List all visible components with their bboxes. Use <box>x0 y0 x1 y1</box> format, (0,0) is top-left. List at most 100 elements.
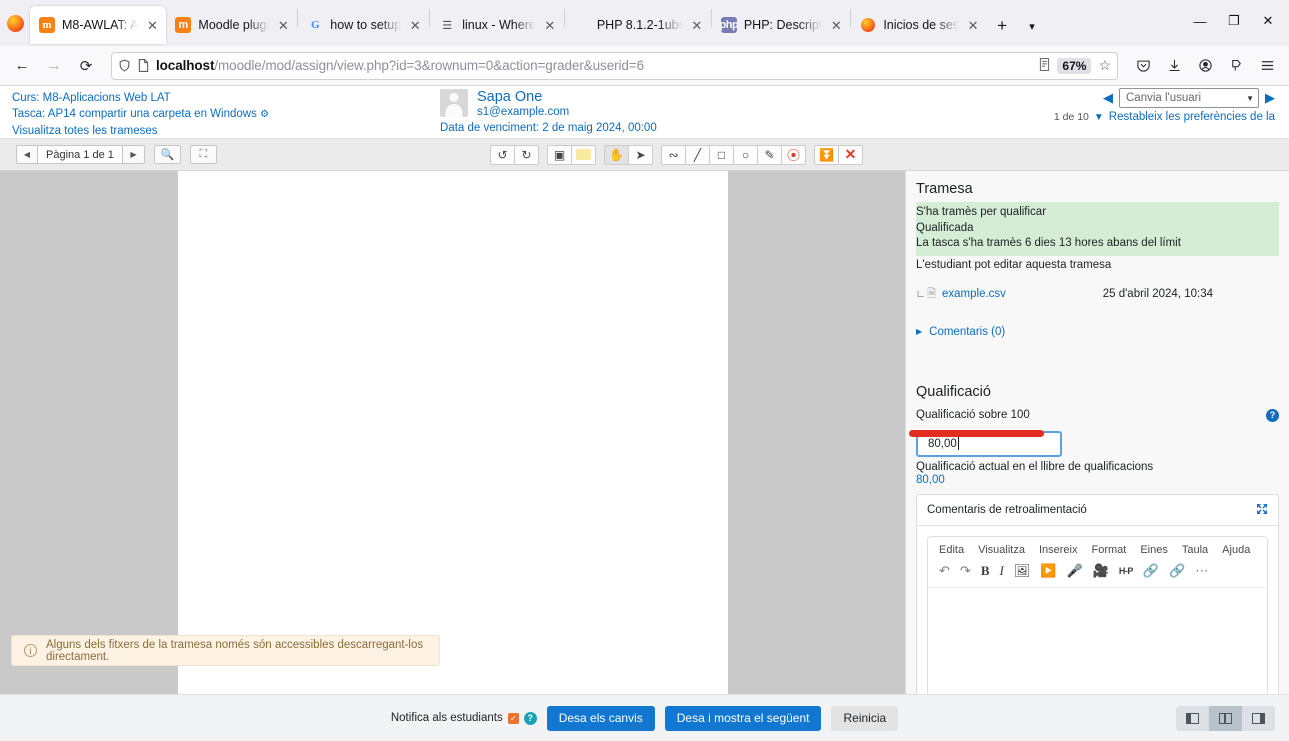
draw-group: ∾ ╱ □ ○ ✎ ⦿ <box>661 145 806 165</box>
browser-tab[interactable]: G how to setup ✕ <box>298 6 429 44</box>
reset-button[interactable]: Reinicia <box>831 706 898 731</box>
redo-icon[interactable]: ↷ <box>960 563 971 579</box>
layout-right-icon[interactable] <box>1242 706 1275 731</box>
close-icon[interactable]: ✕ <box>689 17 705 33</box>
color-picker-icon[interactable]: ⦿ <box>781 145 806 165</box>
save-changes-button[interactable]: Desa els canvis <box>547 706 655 731</box>
help-icon[interactable]: ? <box>524 712 537 725</box>
close-icon[interactable]: ✕ <box>407 17 423 33</box>
url-bar[interactable]: localhost/moodle/mod/assign/view.php?id=… <box>111 52 1118 80</box>
pan-hand-icon[interactable]: ✋ <box>604 145 629 165</box>
close-icon[interactable]: ✕ <box>828 17 844 33</box>
list-all-tabs-icon[interactable]: ▾ <box>1017 11 1047 41</box>
ellipse-icon[interactable]: ○ <box>733 145 758 165</box>
minimize-button[interactable]: — <box>1183 6 1217 36</box>
comment-color-icon[interactable] <box>571 145 596 165</box>
close-icon[interactable]: ✕ <box>542 17 558 33</box>
search-icon[interactable]: 🔍 <box>154 145 181 164</box>
stamp-group: ⏬ ✕ <box>814 145 863 165</box>
undo-icon[interactable]: ↶ <box>939 563 950 579</box>
gear-icon[interactable]: ⚙ <box>260 109 269 120</box>
menu-item-eines[interactable]: Eines <box>1140 544 1168 556</box>
menu-item-edita[interactable]: Edita <box>939 544 964 556</box>
image-icon[interactable]: 🖼 <box>1014 563 1031 579</box>
browser-tab[interactable]: m Moodle plugi ✕ <box>166 6 297 44</box>
microphone-icon[interactable]: 🎤 <box>1067 563 1083 579</box>
submitted-file-link[interactable]: example.csv <box>942 288 1006 300</box>
delete-icon[interactable]: ✕ <box>838 145 863 165</box>
save-and-show-next-button[interactable]: Desa i mostra el següent <box>665 706 822 731</box>
menu-item-insereix[interactable]: Insereix <box>1039 544 1078 556</box>
layout-split-icon[interactable] <box>1209 706 1242 731</box>
menu-item-format[interactable]: Format <box>1092 544 1127 556</box>
notify-students-checkbox[interactable]: ✓ <box>508 713 519 724</box>
browser-tab[interactable]: Inicios de ses ✕ <box>851 6 987 44</box>
new-tab-button[interactable]: + <box>987 11 1017 41</box>
close-icon[interactable]: ✕ <box>144 17 160 33</box>
breadcrumb-course-link[interactable]: Curs: M8-Aplicacions Web LAT <box>12 90 269 106</box>
previous-page-button[interactable]: ◀ <box>16 145 38 164</box>
caret-right-icon: ▶ <box>916 327 922 336</box>
comment-icon[interactable]: ▣ <box>547 145 572 165</box>
menu-item-taula[interactable]: Taula <box>1182 544 1208 556</box>
media-icon[interactable]: ▶️ <box>1040 563 1056 579</box>
forward-button[interactable]: → <box>39 51 69 81</box>
view-all-submissions-link[interactable]: Visualitza totes les trameses <box>12 123 269 139</box>
video-icon[interactable]: 🎥 <box>1093 563 1109 579</box>
select-cursor-icon[interactable]: ➤ <box>628 145 653 165</box>
unlink-icon[interactable]: 🔗 <box>1169 563 1185 579</box>
browser-tab[interactable]: m M8-AWLAT: A ✕ <box>30 6 166 44</box>
account-icon[interactable] <box>1190 51 1220 81</box>
italic-icon[interactable]: I <box>999 563 1003 579</box>
layout-left-icon[interactable] <box>1176 706 1209 731</box>
filter-icon[interactable]: ▼ <box>1094 112 1104 123</box>
rotate-right-icon[interactable]: ↻ <box>514 145 539 165</box>
editor-content-area[interactable] <box>928 588 1267 695</box>
previous-user-button[interactable]: ◀ <box>1103 90 1113 106</box>
link-icon[interactable]: 🔗 <box>1143 563 1159 579</box>
tab-strip: m M8-AWLAT: A ✕ m Moodle plugi ✕ G how t… <box>0 0 1289 46</box>
extensions-icon[interactable] <box>1221 51 1251 81</box>
reader-view-icon[interactable] <box>1039 58 1050 74</box>
menu-item-ajuda[interactable]: Ajuda <box>1222 544 1250 556</box>
change-user-select[interactable]: Canvia l'usuari ▼ <box>1119 88 1259 108</box>
rectangle-icon[interactable]: □ <box>709 145 734 165</box>
pocket-icon[interactable] <box>1128 51 1158 81</box>
menu-item-visualitza[interactable]: Visualitza <box>978 544 1025 556</box>
browser-tab[interactable]: ☰ linux - Where ✕ <box>430 6 564 44</box>
more-icon[interactable]: ⋯ <box>1195 563 1208 579</box>
tinymce-editor[interactable]: Edita Visualitza Insereix Format Eines T… <box>927 536 1268 695</box>
close-window-button[interactable]: ✕ <box>1251 6 1285 36</box>
comments-toggle[interactable]: ▶ Comentaris (0) <box>916 326 1279 338</box>
close-icon[interactable]: ✕ <box>275 17 291 33</box>
close-icon[interactable]: ✕ <box>965 17 981 33</box>
reset-preferences-link[interactable]: Restableix les preferències de la <box>1109 111 1275 123</box>
highlighter-icon[interactable]: ✎ <box>757 145 782 165</box>
breadcrumb-task-link[interactable]: Tasca: AP14 compartir una carpeta en Win… <box>12 106 269 123</box>
pdf-page-canvas[interactable] <box>178 171 728 694</box>
next-page-button[interactable]: ▶ <box>123 145 145 164</box>
bookmark-star-icon[interactable]: ☆ <box>1098 57 1111 74</box>
pdf-viewer-area[interactable]: i Alguns dels fitxers de la tramesa nomé… <box>0 171 905 694</box>
back-button[interactable]: ← <box>7 51 37 81</box>
menu-icon[interactable] <box>1252 51 1282 81</box>
grading-section-title: Qualificació <box>916 384 1279 400</box>
freehand-pen-icon[interactable]: ∾ <box>661 145 686 165</box>
maximize-button[interactable]: ❐ <box>1217 6 1251 36</box>
h5p-icon[interactable]: H-P <box>1119 566 1133 576</box>
downloads-icon[interactable] <box>1159 51 1189 81</box>
rotate-left-icon[interactable]: ↺ <box>490 145 515 165</box>
zoom-level-badge[interactable]: 67% <box>1057 58 1091 74</box>
navigation-toolbar: ← → ⟳ localhost/moodle/mod/assign/view.p… <box>0 46 1289 86</box>
reload-button[interactable]: ⟳ <box>71 51 101 81</box>
user-name[interactable]: Sapa One <box>477 89 569 105</box>
browser-tab[interactable]: php PHP: Descript ✕ <box>712 6 851 44</box>
browser-tab[interactable]: PHP 8.1.2-1ubun ✕ <box>565 6 711 44</box>
expand-icon[interactable]: ⛶ <box>190 145 217 164</box>
bold-icon[interactable]: B <box>981 563 990 579</box>
help-icon[interactable]: ? <box>1266 409 1279 422</box>
next-user-button[interactable]: ▶ <box>1265 90 1275 106</box>
stamp-icon[interactable]: ⏬ <box>814 145 839 165</box>
expand-arrows-icon[interactable] <box>1256 503 1268 517</box>
line-icon[interactable]: ╱ <box>685 145 710 165</box>
